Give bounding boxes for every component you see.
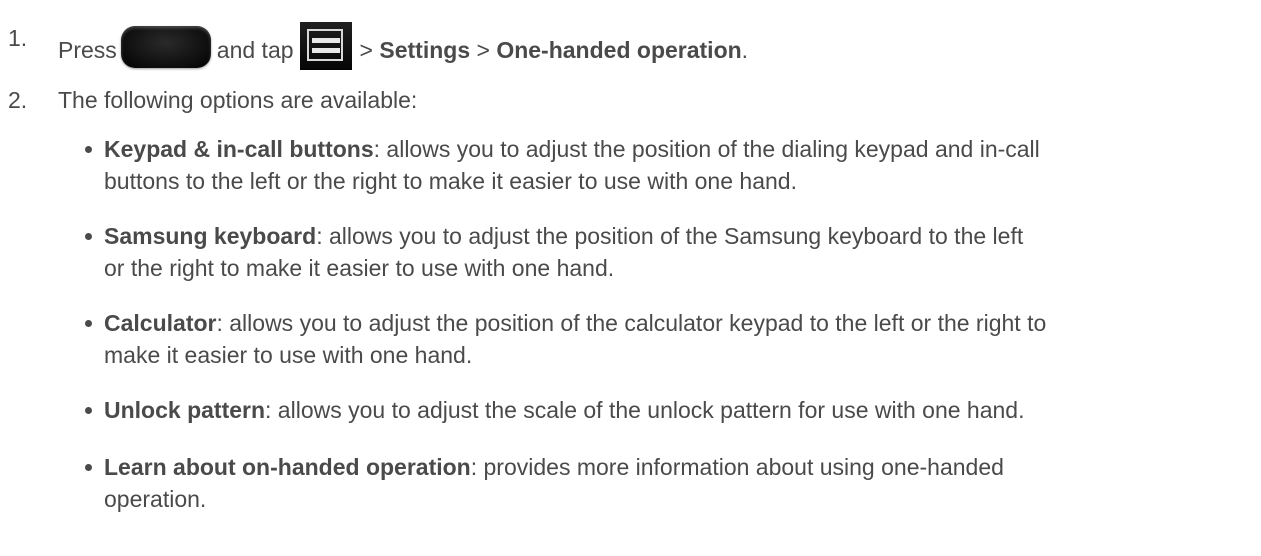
settings-label: Settings <box>379 37 471 63</box>
option-text: Learn about on-handed operation: provide… <box>104 451 1254 515</box>
bullet-dot <box>85 233 92 240</box>
option-description-cont: buttons to the left or the right to make… <box>104 168 797 194</box>
home-key-icon <box>120 26 211 68</box>
option-text: Calculator: allows you to adjust the pos… <box>104 307 1254 371</box>
period: . <box>741 37 749 63</box>
option-description: : allows you to adjust the scale of the … <box>265 397 1025 423</box>
bullet-dot <box>85 407 92 414</box>
menu-icon-bar <box>311 48 340 53</box>
menu-icon-bar <box>311 38 340 43</box>
and-tap-text: and tap <box>216 37 294 63</box>
option-description-cont: operation. <box>104 486 207 512</box>
option-description-cont: or the right to make it easier to use wi… <box>104 255 615 281</box>
step-text: Press and tap > Settings > One-handed oper… <box>58 22 748 70</box>
option-text: Samsung keyboard: allows you to adjust t… <box>104 220 1254 284</box>
option-title: Keypad & in-call buttons <box>104 136 374 162</box>
bullet-dot <box>85 146 92 153</box>
step-number: 2. <box>8 87 28 113</box>
press-text: Press <box>58 37 117 63</box>
step-number: 1. <box>8 25 28 51</box>
menu-icon-frame <box>306 29 343 61</box>
one-handed-operation-label: One-handed operation <box>496 37 742 63</box>
separator: > <box>476 37 490 63</box>
option-text: Unlock pattern: allows you to adjust the… <box>104 394 1254 426</box>
option-title: Calculator <box>104 310 217 336</box>
option-title: Learn about on-handed operation <box>104 454 471 480</box>
instructions-page: 1. Press and tap > Settings > One-handed o… <box>0 0 1261 556</box>
option-title: Unlock pattern <box>104 397 266 423</box>
option-description-cont: make it easier to use with one hand. <box>104 342 473 368</box>
separator: > <box>359 37 373 63</box>
bullet-dot <box>85 464 92 471</box>
step-text: The following options are available: <box>58 87 418 113</box>
option-description: : provides more information about using … <box>470 454 1004 480</box>
option-description: : allows you to adjust the position of t… <box>316 223 1024 249</box>
bullet-dot <box>85 320 92 327</box>
option-title: Samsung keyboard <box>104 223 317 249</box>
menu-key-icon <box>299 22 352 70</box>
option-description: : allows you to adjust the position of t… <box>216 310 1047 336</box>
option-description: : allows you to adjust the position of t… <box>373 136 1040 162</box>
option-text: Keypad & in-call buttons: allows you to … <box>104 133 1254 197</box>
